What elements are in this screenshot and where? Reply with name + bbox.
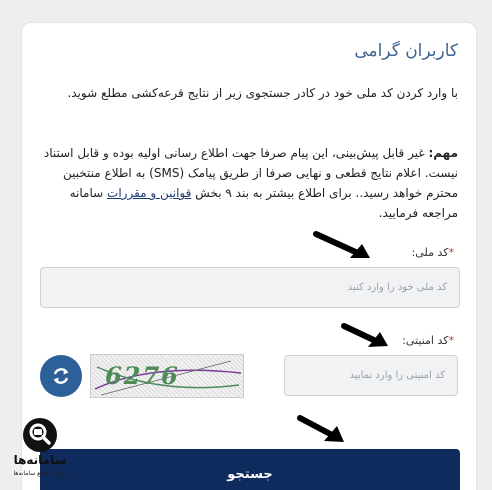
intro-text: با وارد کردن کد ملی خود در کادر جستجوی ز… bbox=[67, 86, 458, 100]
watermark-subtitle: پورتال جامع سامانه‌ها bbox=[13, 470, 67, 477]
national-id-label: *کد ملی: bbox=[412, 246, 454, 259]
security-code-label-text: کد امنیتی: bbox=[402, 334, 449, 347]
pointer-arrow-icon bbox=[297, 415, 344, 442]
pointer-arrow-icon bbox=[313, 231, 370, 258]
rules-link[interactable]: قوانین و مقررات bbox=[107, 186, 191, 200]
captcha-text: 6276 bbox=[101, 361, 183, 390]
notice-label: مهم: bbox=[428, 146, 458, 160]
refresh-icon bbox=[53, 368, 69, 384]
page-title: کاربران گرامی bbox=[354, 41, 458, 61]
security-code-label: *کد امنیتی: bbox=[402, 334, 454, 347]
security-code-input[interactable] bbox=[284, 355, 458, 396]
lottery-results-card: کاربران گرامی با وارد کردن کد ملی خود در… bbox=[21, 22, 477, 490]
logo-circle bbox=[23, 418, 57, 452]
national-id-label-text: کد ملی: bbox=[411, 246, 449, 259]
refresh-captcha-button[interactable] bbox=[40, 355, 82, 397]
site-watermark: سامانه‌ها پورتال جامع سامانه‌ها bbox=[8, 418, 72, 484]
search-logo-icon bbox=[29, 423, 51, 445]
captcha-image: 6276 bbox=[90, 354, 244, 398]
national-id-input[interactable] bbox=[40, 267, 460, 308]
search-button[interactable]: جستجو bbox=[40, 449, 460, 490]
required-mark: * bbox=[448, 246, 455, 259]
required-mark: * bbox=[448, 334, 455, 347]
pointer-arrow-icon bbox=[341, 323, 388, 347]
watermark-title: سامانه‌ها bbox=[13, 453, 67, 467]
important-notice: مهم: غیر قابل پیش‌بینی، این پیام صرفا جه… bbox=[34, 143, 458, 223]
